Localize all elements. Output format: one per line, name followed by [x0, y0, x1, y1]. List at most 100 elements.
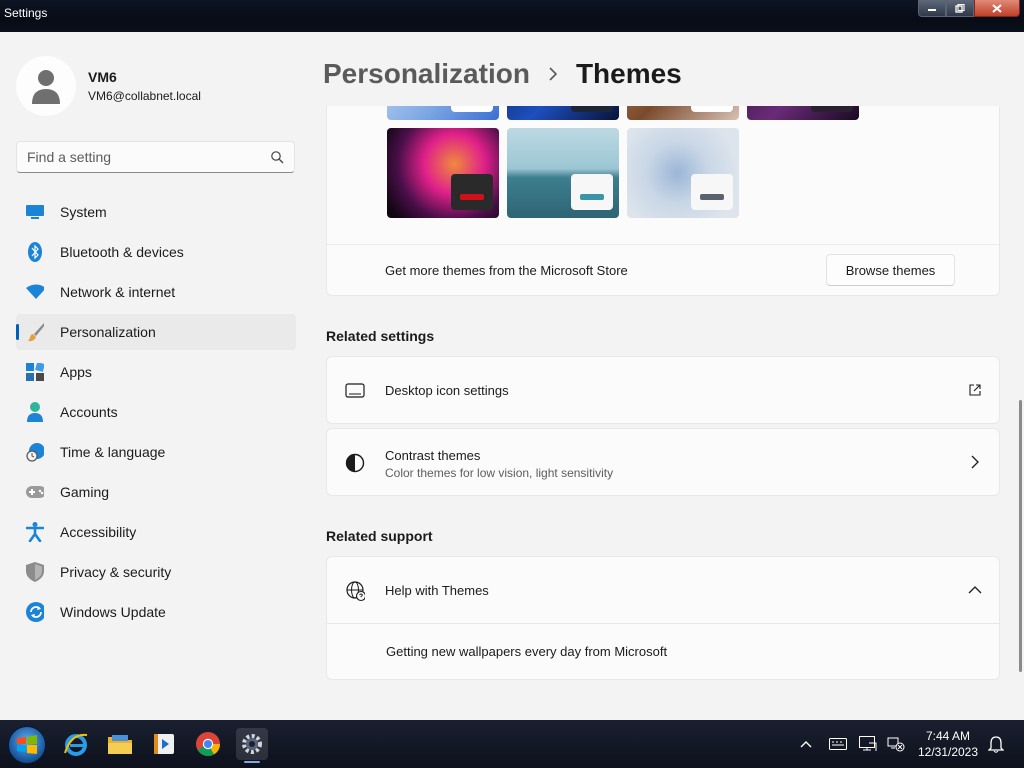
file-explorer-icon[interactable] [104, 728, 136, 760]
sidebar-item-label: Accessibility [60, 524, 137, 540]
theme-thumbnail-glow-dark[interactable] [747, 106, 859, 120]
search-icon[interactable] [270, 150, 284, 169]
contrast-themes-row[interactable]: Contrast themes Color themes for low vis… [326, 428, 1000, 496]
keyboard-icon[interactable] [828, 734, 848, 754]
sidebar-item-label: Windows Update [60, 604, 166, 620]
person-silhouette-icon [32, 70, 60, 104]
sidebar-item-label: Bluetooth & devices [60, 244, 184, 260]
sidebar-item-label: Accounts [60, 404, 118, 420]
close-button[interactable] [974, 0, 1020, 17]
browse-themes-button[interactable]: Browse themes [826, 254, 955, 286]
sidebar-item-label: Gaming [60, 484, 110, 500]
sidebar-item-label: Apps [60, 364, 92, 380]
clock-globe-icon [26, 443, 44, 462]
clock-date: 12/31/2023 [917, 745, 979, 759]
scroll-content: Get more themes from the Microsoft Store… [326, 106, 1000, 720]
monitor-icon [26, 203, 44, 221]
sidebar-nav: System Bluetooth & devices Network & int… [16, 194, 296, 634]
contrast-icon [345, 453, 365, 473]
avatar [16, 56, 76, 116]
theme-thumbnail-flow-light[interactable] [627, 128, 739, 218]
windows-logo-icon [17, 735, 37, 754]
sidebar-item-time-language[interactable]: Time & language [16, 434, 296, 470]
action-center-icon[interactable] [858, 734, 878, 754]
sidebar-item-windows-update[interactable]: Windows Update [16, 594, 296, 630]
theme-thumbnail-bloom-light[interactable] [387, 106, 499, 120]
row-title: Contrast themes [385, 448, 481, 463]
external-link-icon [967, 382, 983, 398]
start-button[interactable] [8, 726, 46, 764]
desktop-icon-settings-row[interactable]: Desktop icon settings [326, 356, 1000, 424]
notification-bell-icon[interactable] [986, 734, 1006, 754]
gamepad-icon [26, 483, 44, 501]
sidebar-item-label: Network & internet [60, 284, 176, 300]
more-themes-text: Get more themes from the Microsoft Store [385, 263, 628, 278]
minimize-button[interactable] [918, 0, 946, 17]
themes-card: Get more themes from the Microsoft Store… [326, 106, 1000, 296]
search-box[interactable] [16, 141, 295, 173]
user-profile[interactable]: VM6 VM6@collabnet.local [16, 56, 201, 116]
search-input[interactable] [27, 149, 257, 165]
chrome-icon[interactable] [192, 728, 224, 760]
support-link[interactable]: Getting new wallpapers every day from Mi… [386, 644, 667, 659]
network-disconnected-icon[interactable] [886, 734, 906, 754]
sidebar: VM6 VM6@collabnet.local System Bluetooth… [0, 32, 310, 720]
card-divider [327, 244, 999, 245]
sidebar-item-network-internet[interactable]: Network & internet [16, 274, 296, 310]
scrollbar-thumb[interactable] [1019, 400, 1022, 672]
globe-help-icon [345, 581, 365, 602]
page-title: Themes [575, 58, 682, 89]
person-icon [26, 402, 44, 422]
taskbar: 7:44 AM 12/31/2023 [0, 720, 1024, 768]
theme-thumbnail-sunrise[interactable] [627, 106, 739, 120]
update-icon [26, 602, 44, 622]
help-with-themes-row[interactable]: Help with Themes [326, 556, 1000, 624]
related-settings-heading: Related settings [326, 328, 435, 344]
sidebar-item-personalization[interactable]: Personalization [16, 314, 296, 350]
window-title: Settings [4, 6, 48, 20]
settings-icon[interactable] [236, 728, 268, 763]
media-player-icon[interactable] [148, 728, 180, 760]
breadcrumb: Personalization Themes [323, 58, 682, 90]
profile-name: VM6 [88, 69, 117, 85]
apps-icon [26, 363, 44, 381]
chevron-up-icon[interactable] [967, 582, 983, 598]
show-hidden-icons-chevron[interactable] [796, 734, 816, 754]
sidebar-item-label: Personalization [60, 324, 156, 340]
related-support-heading: Related support [326, 528, 433, 544]
help-expanded-panel: Getting new wallpapers every day from Mi… [326, 624, 1000, 680]
sidebar-item-bluetooth-devices[interactable]: Bluetooth & devices [16, 234, 296, 270]
row-subtitle: Color themes for low vision, light sensi… [385, 466, 614, 480]
sidebar-item-privacy-security[interactable]: Privacy & security [16, 554, 296, 590]
restore-button[interactable] [946, 0, 974, 17]
settings-app: VM6 VM6@collabnet.local System Bluetooth… [0, 32, 1024, 720]
clock-time: 7:44 AM [925, 729, 971, 743]
internet-explorer-icon[interactable] [60, 728, 92, 760]
window-title-bar[interactable]: Settings [0, 0, 1024, 32]
sidebar-item-label: System [60, 204, 107, 220]
bluetooth-icon [26, 242, 44, 262]
row-title: Help with Themes [385, 583, 489, 598]
row-title: Desktop icon settings [385, 383, 509, 398]
theme-thumbnail-glow[interactable] [387, 128, 499, 218]
taskbar-clock[interactable]: 7:44 AM 12/31/2023 [914, 728, 982, 760]
chevron-right-icon [967, 454, 983, 470]
sidebar-item-gaming[interactable]: Gaming [16, 474, 296, 510]
chevron-right-icon [548, 67, 558, 81]
theme-thumbnail-bloom-dark[interactable] [507, 106, 619, 120]
sidebar-item-accounts[interactable]: Accounts [16, 394, 296, 430]
sidebar-item-apps[interactable]: Apps [16, 354, 296, 390]
sidebar-item-label: Time & language [60, 444, 166, 460]
accessibility-icon [26, 522, 44, 542]
sidebar-item-system[interactable]: System [16, 194, 296, 230]
profile-email: VM6@collabnet.local [88, 89, 201, 103]
desktop-icon [345, 381, 365, 401]
breadcrumb-parent[interactable]: Personalization [323, 58, 530, 90]
theme-thumbnail-lake[interactable] [507, 128, 619, 218]
sidebar-item-accessibility[interactable]: Accessibility [16, 514, 296, 550]
brush-icon [26, 323, 44, 342]
main-pane: Personalization Themes Get more themes f… [310, 32, 1024, 720]
shield-icon [26, 562, 44, 582]
wifi-icon [26, 283, 44, 301]
sidebar-item-label: Privacy & security [60, 564, 172, 580]
